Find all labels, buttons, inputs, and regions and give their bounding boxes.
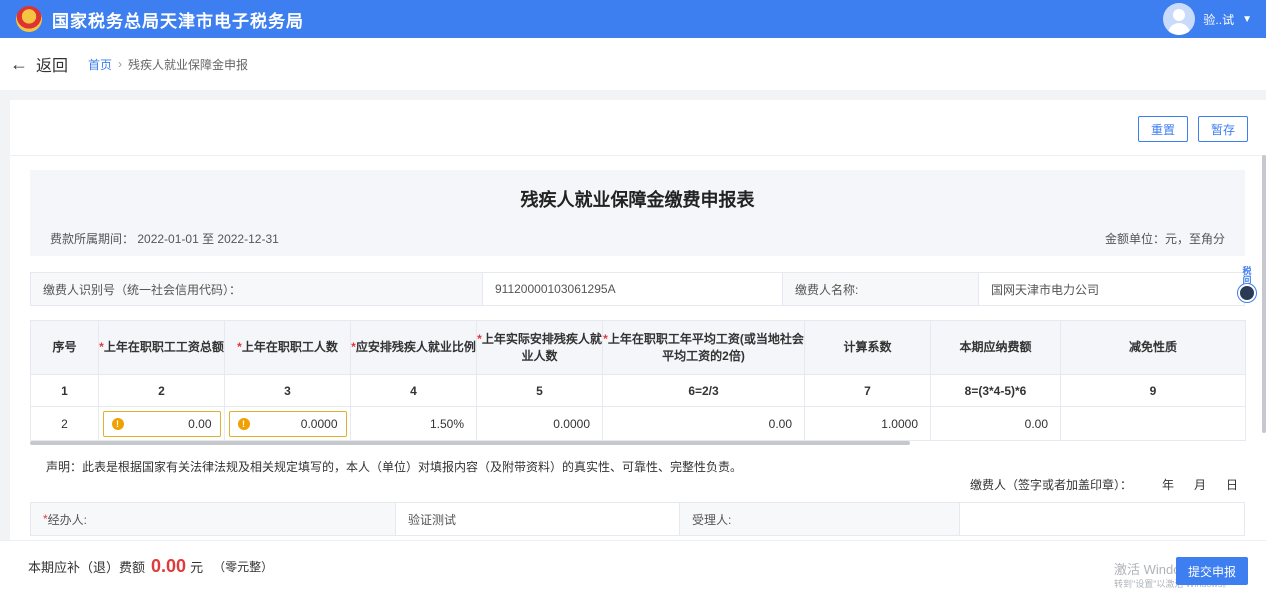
warning-icon: ! [237, 417, 250, 430]
form-card: 重置 暂存 残疾人就业保障金缴费申报表 费款所属期间： 2022-01-01 至… [10, 100, 1266, 540]
amount-unit: 金额单位：元，至角分 [1104, 232, 1225, 246]
user-name[interactable]: 验..试 [1203, 11, 1234, 28]
header-cell: *上年在职职工人数 [224, 320, 351, 375]
header-cell: *上年在职职工工资总额 [98, 320, 225, 375]
disabled-count-cell: 0.0000 [476, 406, 603, 441]
assistant-avatar-icon [1238, 284, 1256, 302]
receiver-label: 受理人: [680, 503, 960, 535]
reset-button[interactable]: 重置 [1137, 116, 1188, 142]
header-cell: *上年在职职工年平均工资(或当地社会平均工资的2倍) [602, 320, 805, 375]
payer-info-row: 缴费人识别号（统一社会信用代码）： 91120000103061295A 缴费人… [30, 272, 1245, 306]
sign-label: 缴费人（签字或者加盖印章）： [969, 478, 1132, 492]
payer-id-label: 缴费人识别号（统一社会信用代码）： [31, 273, 483, 305]
refund-label: 本期应补（退）费额 [28, 559, 146, 575]
index-cell: 7 [804, 374, 931, 407]
sign-day: 日 [1225, 478, 1238, 492]
breadcrumb-current: 残疾人就业保障金申报 [128, 57, 249, 72]
system-title: 国家税务总局天津市电子税务局 [52, 11, 304, 31]
breadcrumb-home[interactable]: 首页 [88, 56, 112, 73]
nav-bar: ← 返回 首页 › 残疾人就业保障金申报 [0, 38, 1266, 90]
payer-name-label: 缴费人名称: [783, 273, 979, 305]
agent-row: * 经办人: 验证测试 受理人: [30, 502, 1245, 536]
ratio-cell: 1.50% [350, 406, 477, 441]
fee-cell: 0.00 [930, 406, 1061, 441]
total-wages-cell: ! 0.00 [98, 406, 225, 441]
form-header: 残疾人就业保障金缴费申报表 费款所属期间： 2022-01-01 至 2022-… [30, 170, 1245, 256]
reduction-cell[interactable] [1060, 406, 1246, 441]
staff-count-input[interactable]: ! 0.0000 [228, 410, 347, 437]
warning-icon: ! [111, 417, 124, 430]
table-index-row: 1 2 3 4 5 6=2/3 7 8=(3*4-5)*6 9 [30, 374, 1246, 407]
total-wages-input[interactable]: ! 0.00 [102, 410, 221, 437]
agent-label: * 经办人: [31, 503, 396, 535]
header-cell: 计算系数 [804, 320, 931, 375]
horizontal-scrollbar[interactable] [30, 441, 910, 445]
footer-bar: 本期应补（退）费额 0.00 元 （零元整） 激活 Windows 转到"设置"… [0, 540, 1266, 591]
header-cell: 本期应纳费额 [930, 320, 1061, 375]
top-bar: 国家税务总局天津市电子税务局 验..试 ▼ [0, 0, 1266, 38]
back-button[interactable]: ← 返回 [10, 52, 68, 76]
refund-amount: 0.00 [151, 555, 187, 576]
header-cell: *应安排残疾人就业比例 [350, 320, 477, 375]
index-cell: 2 [98, 374, 225, 407]
row-seq: 2 [30, 406, 99, 441]
index-cell: 4 [350, 374, 477, 407]
header-cell: 减免性质 [1060, 320, 1246, 375]
payer-name-value: 国网天津市电力公司 [991, 282, 1100, 297]
back-label: 返回 [36, 58, 69, 75]
vertical-scrollbar[interactable] [1262, 155, 1266, 433]
avg-wage-cell: 0.00 [602, 406, 805, 441]
breadcrumb: 首页 › 残疾人就业保障金申报 [88, 56, 248, 73]
chevron-down-icon[interactable]: ▼ [1242, 14, 1252, 25]
staff-count-value: 0.0000 [300, 416, 338, 431]
refund-unit: 元 [190, 559, 204, 575]
arrow-left-icon: ← [10, 53, 28, 74]
index-cell: 6=2/3 [602, 374, 805, 407]
index-cell: 9 [1060, 374, 1246, 407]
header-cell: 序号 [30, 320, 99, 375]
refund-words: （零元整） [213, 559, 274, 574]
tax-emblem-icon [16, 6, 42, 32]
sign-month: 月 [1193, 478, 1206, 492]
table-header-row: 序号 *上年在职职工工资总额 *上年在职职工人数 *应安排残疾人就业比例 *上年… [30, 320, 1246, 375]
divider [10, 155, 1266, 156]
receiver-value [960, 503, 1244, 535]
submit-button[interactable]: 提交申报 [1175, 557, 1248, 585]
staff-count-cell: ! 0.0000 [224, 406, 351, 441]
card-actions: 重置 暂存 [1137, 116, 1248, 142]
declaration-text: 声明：此表是根据国家有关法律法规及相关规定填写的，本人（单位）对填报内容（及附带… [46, 460, 743, 474]
assistant-label: 税问 [1241, 266, 1252, 284]
fee-period: 费款所属期间： 2022-01-01 至 2022-12-31 [50, 230, 279, 247]
declaration-table: 序号 *上年在职职工工资总额 *上年在职职工人数 *应安排残疾人就业比例 *上年… [30, 320, 1246, 441]
payer-id-value: 91120000103061295A [483, 273, 783, 305]
signature-line: 缴费人（签字或者加盖印章）： 年 月 日 [970, 476, 1238, 493]
chevron-right-icon: › [118, 57, 123, 71]
index-cell: 5 [476, 374, 603, 407]
period-value: 2022-01-01 至 2022-12-31 [137, 232, 279, 246]
avatar[interactable] [1163, 3, 1196, 35]
user-menu[interactable]: 验..试 ▼ [1163, 2, 1252, 36]
coefficient-cell: 1.0000 [804, 406, 931, 441]
header-cell: *上年实际安排残疾人就业人数 [476, 320, 603, 375]
total-wages-value: 0.00 [188, 416, 212, 431]
agent-value[interactable]: 验证测试 [396, 503, 680, 535]
assistant-widget[interactable]: 税问 [1232, 266, 1262, 314]
save-draft-button[interactable]: 暂存 [1197, 116, 1248, 142]
table-row: 2 ! 0.00 ! 0.0000 1.50% 0.0000 0.00 1.00… [30, 406, 1246, 441]
form-title: 残疾人就业保障金缴费申报表 [520, 190, 755, 210]
sign-year: 年 [1161, 478, 1174, 492]
period-label: 费款所属期间： [50, 232, 135, 246]
index-cell: 3 [224, 374, 351, 407]
index-cell: 8=(3*4-5)*6 [930, 374, 1061, 407]
index-cell: 1 [30, 374, 99, 407]
